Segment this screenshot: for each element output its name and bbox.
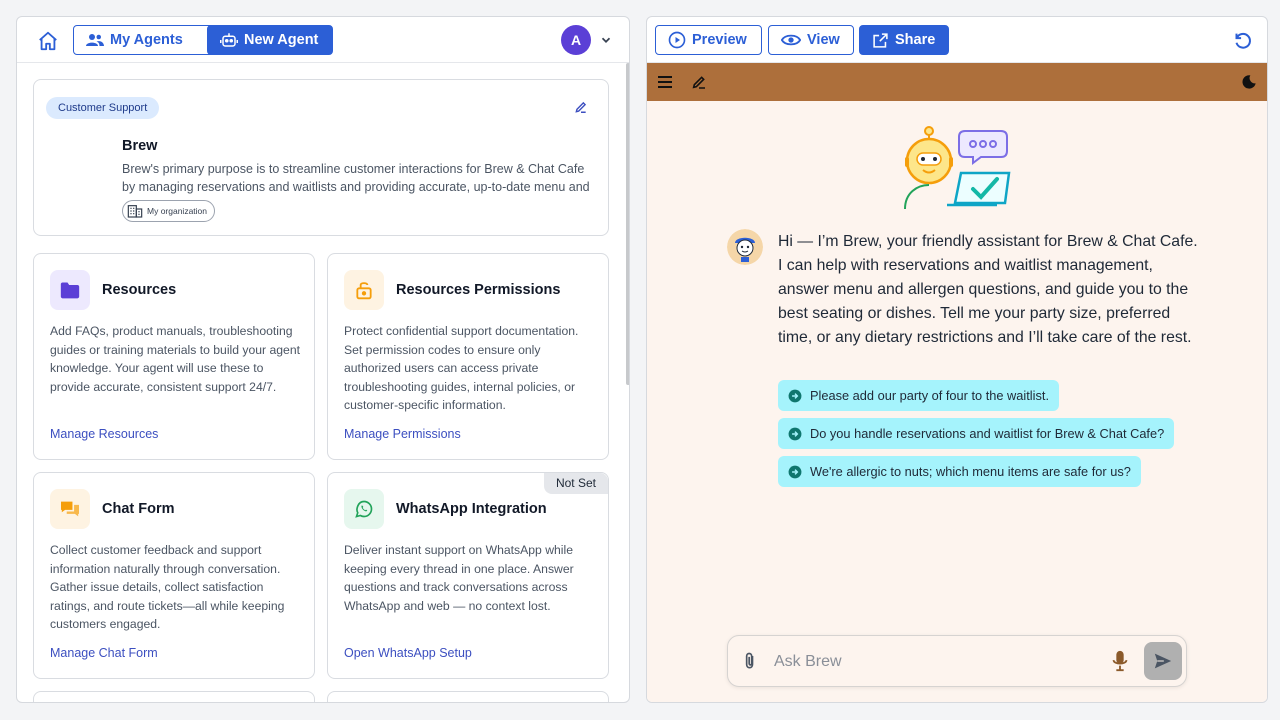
chat-preview-panel: Preview View Share Hi — I’m Brew, your f… — [646, 16, 1268, 703]
chat-body: Hi — I’m Brew, your friendly assistant f… — [647, 101, 1267, 702]
card-title: Chat Form — [102, 501, 175, 517]
view-label: View — [807, 32, 840, 48]
my-agents-button[interactable]: My Agents — [73, 25, 226, 55]
view-button[interactable]: View — [768, 25, 854, 55]
card-title: Resources — [102, 282, 177, 298]
permissions-icon-box — [344, 270, 384, 310]
building-icon — [127, 205, 143, 218]
dark-mode-icon[interactable] — [1241, 74, 1257, 90]
arrow-right-circle-icon — [788, 465, 802, 478]
right-toolbar: Preview View Share — [647, 17, 1267, 63]
lock-icon — [356, 282, 372, 300]
menu-icon[interactable] — [657, 75, 673, 89]
manage-permissions-link[interactable]: Manage Permissions — [344, 427, 461, 441]
whatsapp-icon — [355, 500, 373, 518]
external-link-icon — [873, 32, 888, 48]
agent-name: Brew — [122, 138, 158, 154]
manage-chat-form-link[interactable]: Manage Chat Form — [50, 646, 158, 660]
card-description: Deliver instant support on WhatsApp whil… — [344, 543, 574, 613]
card-description: Add FAQs, product manuals, troubleshooti… — [50, 324, 300, 394]
chat-composer — [727, 635, 1187, 687]
card-title: Resources Permissions — [396, 282, 561, 298]
agent-description: Brew's primary purpose is to streamline … — [122, 162, 590, 194]
chevron-down-icon[interactable] — [599, 33, 613, 47]
robot-icon — [220, 33, 238, 47]
suggestion-text: Do you handle reservations and waitlist … — [810, 426, 1165, 441]
open-whatsapp-setup-link[interactable]: Open WhatsApp Setup — [344, 646, 472, 660]
arrow-right-circle-icon — [788, 389, 802, 402]
card-description: Collect customer feedback and support in… — [50, 543, 285, 631]
chat-bubbles-icon — [61, 501, 79, 517]
play-icon — [668, 31, 686, 49]
share-button[interactable]: Share — [859, 25, 949, 55]
agent-config-panel: My Agents New Agent A Customer Support B… — [16, 16, 630, 703]
user-avatar[interactable]: A — [561, 25, 591, 55]
chat-input[interactable] — [774, 648, 1104, 676]
scrollbar[interactable] — [625, 63, 629, 702]
preview-label: Preview — [692, 32, 747, 48]
new-agent-label: New Agent — [244, 32, 319, 48]
resources-card: Resources Add FAQs, product manuals, tro… — [33, 253, 315, 460]
card-description: Protect confidential support documentati… — [344, 324, 579, 412]
share-label: Share — [895, 32, 936, 48]
bot-laptop-illustration — [904, 126, 1011, 209]
status-badge: Not Set — [543, 473, 608, 494]
whatsapp-icon-box — [344, 489, 384, 529]
suggestion-chip[interactable]: Please add our party of four to the wait… — [778, 380, 1060, 411]
new-agent-button[interactable]: New Agent — [207, 25, 333, 55]
scrollbar-thumb[interactable] — [626, 63, 629, 385]
left-toolbar: My Agents New Agent A — [17, 17, 629, 63]
visibility-badge: My organization — [122, 200, 216, 222]
preview-button[interactable]: Preview — [655, 25, 762, 55]
bot-greeting-message: Hi — I’m Brew, your friendly assistant f… — [778, 233, 1198, 346]
arrow-right-circle-icon — [788, 427, 802, 440]
refresh-icon[interactable] — [1231, 29, 1253, 51]
suggestion-text: We're allergic to nuts; which menu items… — [810, 464, 1131, 479]
send-icon — [1154, 653, 1172, 669]
more-card — [327, 691, 609, 702]
suggestion-text: Please add our party of four to the wait… — [810, 388, 1050, 403]
category-tag: Customer Support — [46, 97, 160, 119]
chat-form-card: Chat Form Collect customer feedback and … — [33, 472, 315, 679]
agent-card: Customer Support Brew Brew's primary pur… — [33, 79, 609, 236]
microphone-icon[interactable] — [1110, 650, 1130, 672]
my-agents-label: My Agents — [110, 32, 183, 48]
suggestion-chip[interactable]: We're allergic to nuts; which menu items… — [778, 456, 1141, 487]
folder-icon — [60, 282, 80, 299]
new-chat-icon[interactable] — [691, 74, 707, 90]
edit-icon[interactable] — [574, 100, 588, 114]
permissions-card: Resources Permissions Protect confidenti… — [327, 253, 609, 460]
suggestion-chip[interactable]: Do you handle reservations and waitlist … — [778, 418, 1175, 449]
home-icon[interactable] — [37, 30, 59, 52]
chat-header-bar — [647, 63, 1267, 101]
bot-avatar — [727, 229, 763, 265]
more-card — [33, 691, 315, 702]
send-button[interactable] — [1144, 642, 1182, 680]
manage-resources-link[interactable]: Manage Resources — [50, 427, 158, 441]
resources-icon-box — [50, 270, 90, 310]
paperclip-icon[interactable] — [740, 651, 760, 671]
chat-form-icon-box — [50, 489, 90, 529]
card-title: WhatsApp Integration — [396, 501, 547, 517]
whatsapp-card: Not Set WhatsApp Integration Deliver ins… — [327, 472, 609, 679]
eye-icon — [781, 34, 801, 46]
users-icon — [86, 34, 104, 46]
visibility-label: My organization — [147, 206, 208, 216]
